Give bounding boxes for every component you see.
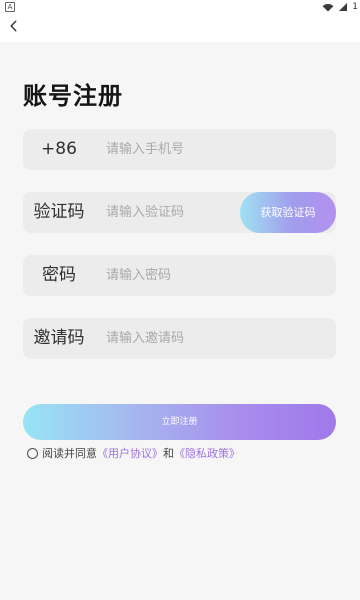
- status-bar: A 1: [0, 0, 360, 14]
- verification-code-input[interactable]: [106, 192, 256, 233]
- agreement-checkbox[interactable]: [27, 447, 38, 459]
- wifi-icon: [322, 3, 334, 12]
- page-title: 账号注册: [23, 82, 123, 110]
- password-field: 密码: [23, 255, 336, 296]
- verification-code-label: 验证码: [33, 202, 85, 222]
- get-verification-code-button[interactable]: 获取验证码: [240, 192, 336, 233]
- agreement-conjunction: 和: [163, 447, 174, 460]
- privacy-policy-link[interactable]: 《隐私政策》: [174, 445, 240, 461]
- verification-code-field: 验证码 获取验证码: [23, 192, 336, 233]
- signal-icon: [338, 2, 348, 12]
- wifi-icon-svg: [322, 3, 334, 12]
- invite-code-label: 邀请码: [33, 328, 85, 348]
- chevron-left-icon[interactable]: [6, 18, 22, 34]
- battery-percentage: 1: [352, 2, 358, 12]
- signal-icon-svg: [339, 3, 348, 11]
- top-navigation-bar: [0, 14, 360, 42]
- password-label: 密码: [42, 265, 76, 285]
- invite-code-field: 邀请码: [23, 318, 336, 359]
- agreement-row: 阅读并同意 《用户协议》 和 《隐私政策》: [27, 445, 240, 461]
- phone-field: +86: [23, 129, 336, 170]
- phone-country-code: +86: [41, 139, 77, 159]
- user-agreement-link[interactable]: 《用户协议》: [97, 445, 163, 461]
- password-input[interactable]: [106, 255, 256, 296]
- phone-input[interactable]: [106, 129, 256, 170]
- chevron-left-icon-svg: [10, 20, 17, 32]
- register-button[interactable]: 立即注册: [23, 404, 336, 440]
- agreement-prefix: 阅读并同意: [42, 447, 97, 460]
- status-app-icon: A: [5, 2, 15, 12]
- register-screen: A 1 账号注册 +86 验证码: [0, 0, 360, 600]
- status-right-group: 1: [322, 1, 358, 13]
- invite-code-input[interactable]: [106, 318, 256, 359]
